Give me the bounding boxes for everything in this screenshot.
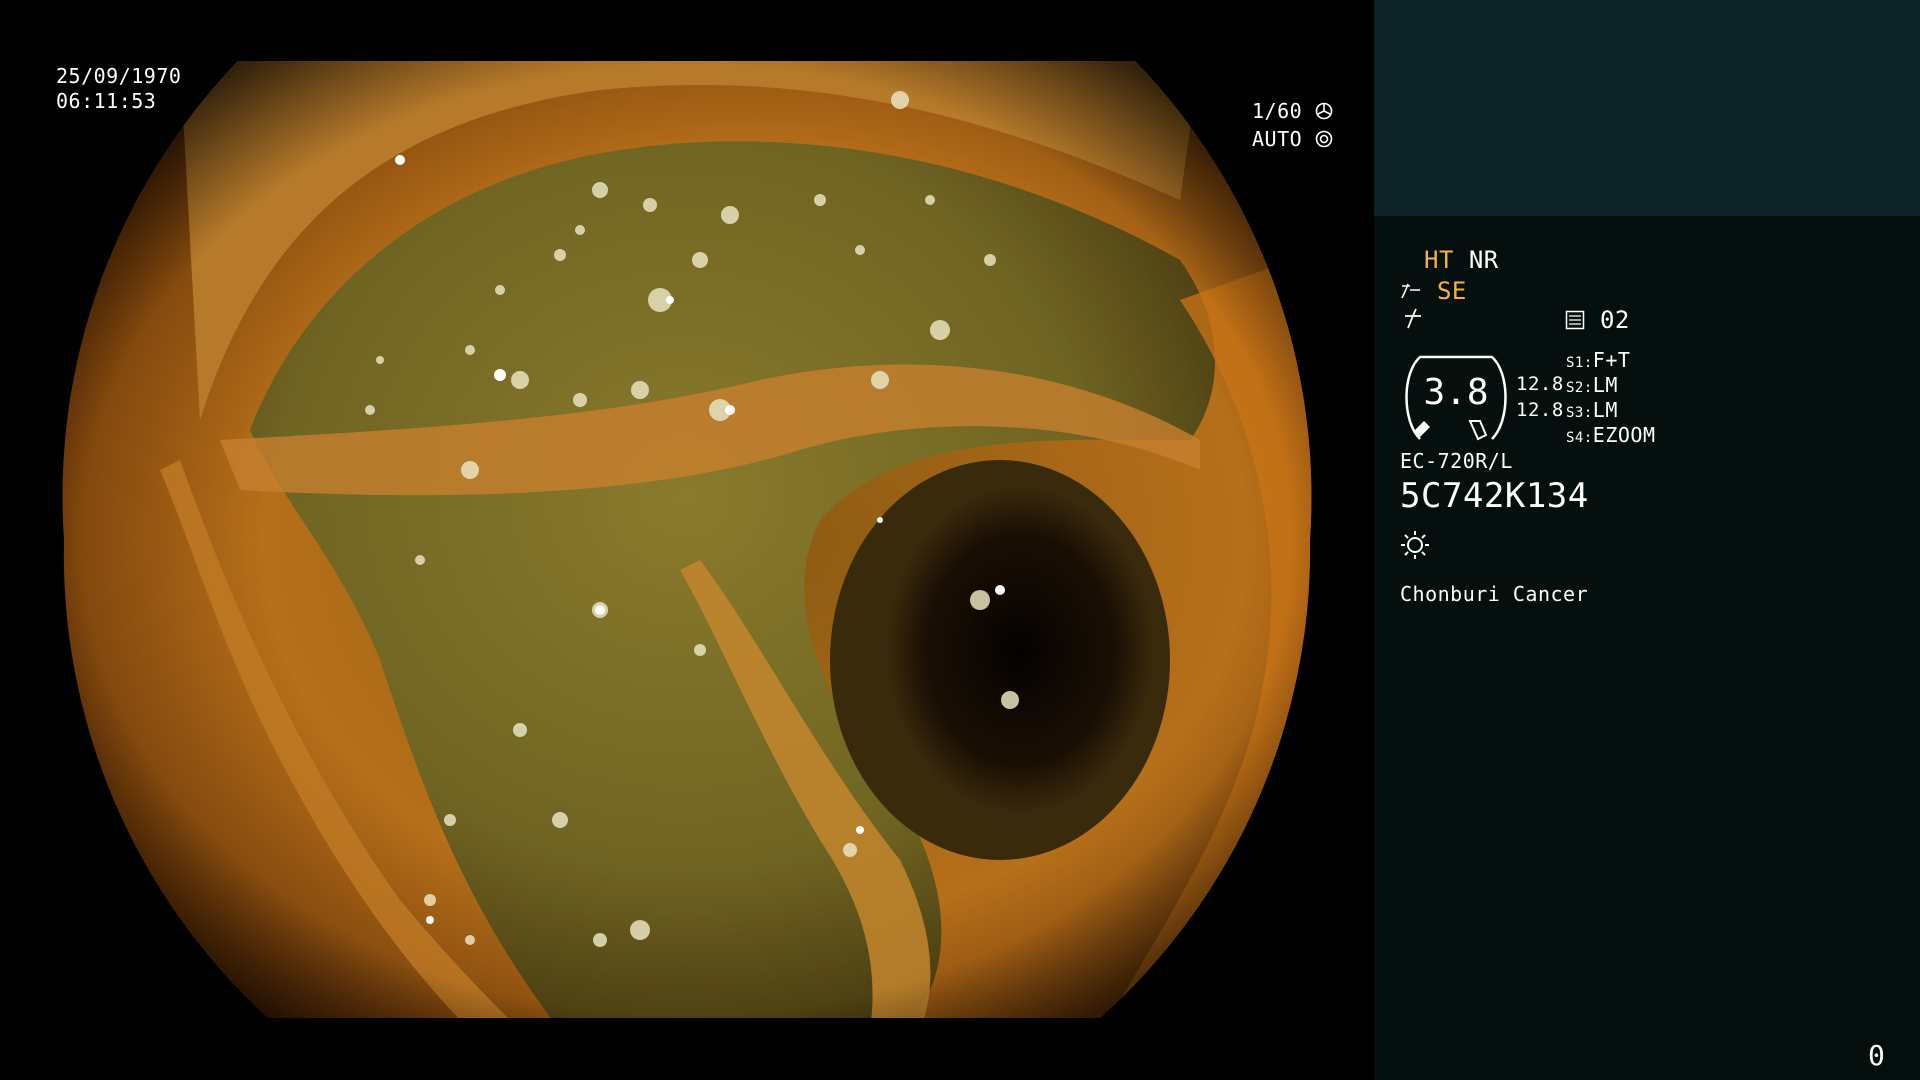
scope-serial: 5C742K134 bbox=[1400, 476, 1589, 516]
switch-item: S2:LM bbox=[1566, 373, 1618, 397]
switch-item: S4:EZOOM bbox=[1566, 423, 1656, 447]
mode-ht: HT bbox=[1424, 246, 1454, 274]
switch-key: S2 bbox=[1566, 380, 1584, 396]
switch-value: LM bbox=[1592, 373, 1618, 397]
memory-slot: 02 bbox=[1565, 306, 1630, 334]
zoom-indicator: 3.8 bbox=[1400, 351, 1512, 443]
switch-value: F+T bbox=[1592, 348, 1631, 372]
mode-se: SE bbox=[1436, 277, 1467, 305]
shutter-icon bbox=[1315, 99, 1333, 123]
switch-item: S1:F+T bbox=[1566, 348, 1631, 372]
info-panel-header bbox=[1374, 0, 1920, 216]
memory-slot-value: 02 bbox=[1599, 306, 1630, 334]
switch-key: S1 bbox=[1566, 355, 1584, 371]
structure-icon bbox=[1400, 277, 1437, 305]
exam-date: 25/09/1970 bbox=[56, 64, 182, 88]
color-tone-icon bbox=[1402, 306, 1424, 334]
enhancement-modes: HT NR bbox=[1424, 246, 1499, 274]
switch-value: LM bbox=[1592, 398, 1618, 422]
image-counter: 0 bbox=[1868, 1039, 1886, 1072]
switch-value: EZOOM bbox=[1592, 423, 1656, 447]
institution-name: Chonburi Cancer bbox=[1400, 582, 1589, 606]
iris-icon bbox=[1315, 127, 1333, 151]
iris-mode-value: AUTO bbox=[1252, 127, 1303, 151]
memory-icon bbox=[1565, 306, 1600, 334]
shutter-speed: 1/60 bbox=[1252, 99, 1333, 124]
zoom-value: 3.8 bbox=[1423, 372, 1489, 413]
switch-item: S3:LM bbox=[1566, 398, 1618, 422]
switch-key: S4 bbox=[1566, 430, 1584, 446]
mode-nr: NR bbox=[1468, 246, 1499, 274]
endoscopic-image bbox=[62, 61, 1312, 1018]
zoom-scale-bottom: 12.8 bbox=[1516, 399, 1564, 421]
switch-list: S1:F+T S2:LM S3:LM S4:EZOOM bbox=[1566, 348, 1656, 448]
iris-mode: AUTO bbox=[1252, 127, 1333, 152]
exam-time: 06:11:53 bbox=[56, 89, 157, 113]
shutter-speed-value: 1/60 bbox=[1252, 99, 1303, 123]
endoscope-viewer: 25/09/1970 06:11:53 1/60 AUTO bbox=[0, 0, 1374, 1080]
scope-model: EC-720R/L bbox=[1400, 449, 1513, 473]
structure-enhancement: SE bbox=[1400, 277, 1467, 305]
light-source-icon bbox=[1400, 530, 1430, 564]
switch-key: S3 bbox=[1566, 405, 1584, 421]
zoom-scale-top: 12.8 bbox=[1516, 373, 1564, 395]
